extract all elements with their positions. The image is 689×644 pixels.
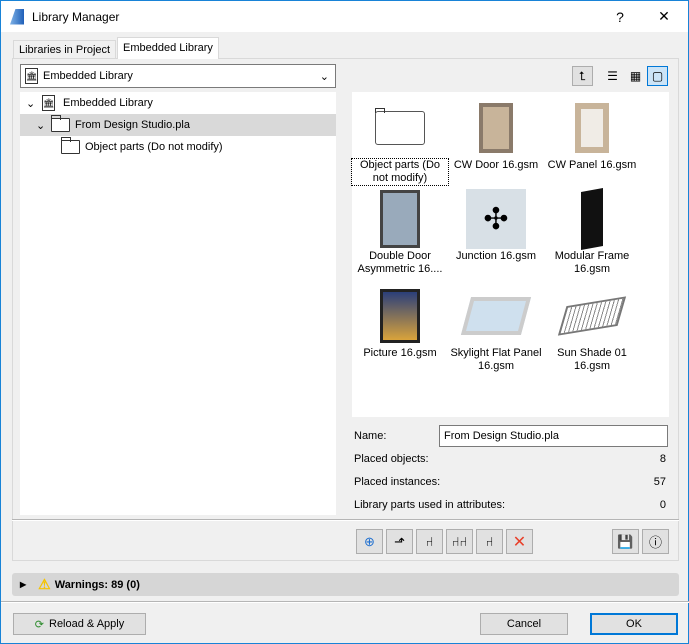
- tree-item-label: From Design Studio.pla: [75, 119, 190, 131]
- chevron-down-icon[interactable]: ⌄: [26, 97, 38, 110]
- app-logo-icon: [10, 8, 24, 25]
- library-dropdown[interactable]: 🏛 Embedded Library ⌄: [20, 64, 336, 88]
- window-title: Library Manager: [32, 9, 120, 24]
- tab-libraries-in-project[interactable]: Libraries in Project: [13, 40, 117, 59]
- tree-item[interactable]: ⌄ 🏛 Embedded Library: [20, 92, 336, 114]
- grid-item[interactable]: CW Panel 16.gsm: [544, 97, 640, 172]
- picture-icon: [380, 289, 420, 343]
- folder-import-icon: ⬏: [394, 533, 405, 549]
- import-object-button[interactable]: ⑁: [416, 529, 443, 554]
- folder-add-icon: ⊕: [364, 533, 375, 549]
- title-bar: Library Manager ? ✕: [1, 1, 688, 32]
- chairs-icon: ⑁⑁: [451, 534, 468, 549]
- delete-button[interactable]: ✕: [506, 529, 533, 554]
- folder-up-icon: ⮤: [578, 68, 587, 83]
- library-manager-window: Library Manager ? ✕ Libraries in Project…: [0, 0, 689, 644]
- large-icon-icon: ▢: [651, 69, 664, 83]
- expand-arrow-icon[interactable]: ▶: [20, 580, 26, 589]
- attributes-label: Library parts used in attributes:: [354, 499, 506, 511]
- grid-item-label: Object parts (Do not modify): [351, 158, 449, 186]
- folder-icon: [61, 137, 80, 154]
- parent-folder-button[interactable]: ⮤: [572, 66, 593, 86]
- name-label: Name:: [354, 430, 387, 442]
- info-button[interactable]: ⓘ: [642, 529, 669, 554]
- placed-objects-value: 8: [659, 453, 666, 465]
- grid-item[interactable]: Sun Shade 01 16.gsm: [544, 285, 640, 373]
- reload-apply-button[interactable]: ⟳ Reload & Apply: [13, 613, 146, 635]
- sun-shade-icon: [557, 296, 627, 336]
- chair-move-icon: ⑁: [485, 534, 494, 549]
- duplicate-object-button[interactable]: ⑁⑁: [446, 529, 473, 554]
- junction-icon: ✣: [466, 189, 526, 249]
- tree-item-label: Object parts (Do not modify): [85, 141, 223, 153]
- double-door-icon: [380, 190, 420, 248]
- grid-item[interactable]: Object parts (Do not modify): [351, 97, 449, 186]
- skylight-icon: [460, 297, 532, 335]
- folder-icon: [375, 108, 425, 145]
- add-folder-button[interactable]: ⊕: [356, 529, 383, 554]
- grid-item[interactable]: Double Door Asymmetric 16....: [352, 188, 448, 276]
- close-button[interactable]: ✕: [644, 1, 684, 32]
- help-button[interactable]: ?: [600, 1, 640, 32]
- small-icons-view-button[interactable]: ▦: [625, 66, 646, 86]
- grid-item-label: Sun Shade 01 16.gsm: [557, 347, 627, 372]
- reload-icon: ⟳: [34, 618, 44, 631]
- grid-item-label: Junction 16.gsm: [455, 250, 537, 262]
- name-field[interactable]: From Design Studio.pla: [439, 425, 668, 447]
- grid-item[interactable]: Skylight Flat Panel 16.gsm: [448, 285, 544, 373]
- library-icon: 🏛: [42, 95, 55, 111]
- warnings-label: Warnings: 89 (0): [54, 578, 140, 591]
- grid-item[interactable]: ✣ Junction 16.gsm: [448, 188, 544, 263]
- chair-up-icon: ⑁: [425, 534, 434, 549]
- cancel-button[interactable]: Cancel: [480, 613, 568, 635]
- list-icon: ☰: [607, 69, 618, 83]
- grid-item-label: Modular Frame 16.gsm: [554, 250, 630, 275]
- grid-icon: ▦: [629, 69, 642, 83]
- divider: [12, 519, 679, 521]
- library-tree: ⌄ 🏛 Embedded Library ⌄ From Design Studi…: [20, 92, 336, 515]
- divider: [1, 601, 689, 603]
- grid-item-label: CW Panel 16.gsm: [547, 159, 637, 171]
- warnings-bar[interactable]: ▶ ⚠ Warnings: 89 (0): [12, 573, 679, 596]
- chevron-down-icon: ⌄: [319, 70, 329, 83]
- library-icon: 🏛: [25, 68, 38, 84]
- grid-item-label: Skylight Flat Panel 16.gsm: [450, 347, 542, 372]
- tree-item[interactable]: ⌄ From Design Studio.pla: [20, 114, 336, 136]
- grid-item[interactable]: CW Door 16.gsm: [448, 97, 544, 172]
- list-view-button[interactable]: ☰: [602, 66, 623, 86]
- chevron-down-icon[interactable]: ⌄: [36, 119, 48, 132]
- save-export-button[interactable]: 💾: [612, 529, 639, 554]
- library-item-grid: Object parts (Do not modify) CW Door 16.…: [351, 92, 669, 417]
- folder-icon: [51, 115, 70, 132]
- tab-embedded-library[interactable]: Embedded Library: [117, 37, 219, 59]
- reload-apply-label: Reload & Apply: [49, 618, 125, 630]
- info-icon: ⓘ: [648, 535, 662, 550]
- grid-item-label: Picture 16.gsm: [363, 347, 437, 359]
- tree-item[interactable]: Object parts (Do not modify): [20, 136, 336, 158]
- attributes-value: 0: [659, 499, 666, 511]
- tree-item-label: Embedded Library: [63, 97, 153, 109]
- placed-instances-label: Placed instances:: [354, 476, 441, 488]
- save-icon: 💾: [617, 533, 634, 549]
- warning-icon: ⚠: [38, 576, 51, 592]
- grid-item-label: CW Door 16.gsm: [453, 159, 539, 171]
- grid-item[interactable]: Modular Frame 16.gsm: [544, 188, 640, 276]
- import-folder-button[interactable]: ⬏: [386, 529, 413, 554]
- delete-icon: ✕: [512, 533, 527, 551]
- dropdown-value: Embedded Library: [43, 70, 133, 82]
- move-object-button[interactable]: ⑁: [476, 529, 503, 554]
- large-icons-view-button[interactable]: ▢: [647, 66, 668, 86]
- placed-objects-label: Placed objects:: [354, 453, 429, 465]
- door-icon: [479, 103, 513, 153]
- ok-button[interactable]: OK: [590, 613, 678, 635]
- placed-instances-value: 57: [653, 476, 666, 488]
- frame-icon: [581, 188, 603, 250]
- grid-item-label: Double Door Asymmetric 16....: [357, 250, 443, 275]
- panel-icon: [575, 103, 609, 153]
- grid-item[interactable]: Picture 16.gsm: [352, 285, 448, 360]
